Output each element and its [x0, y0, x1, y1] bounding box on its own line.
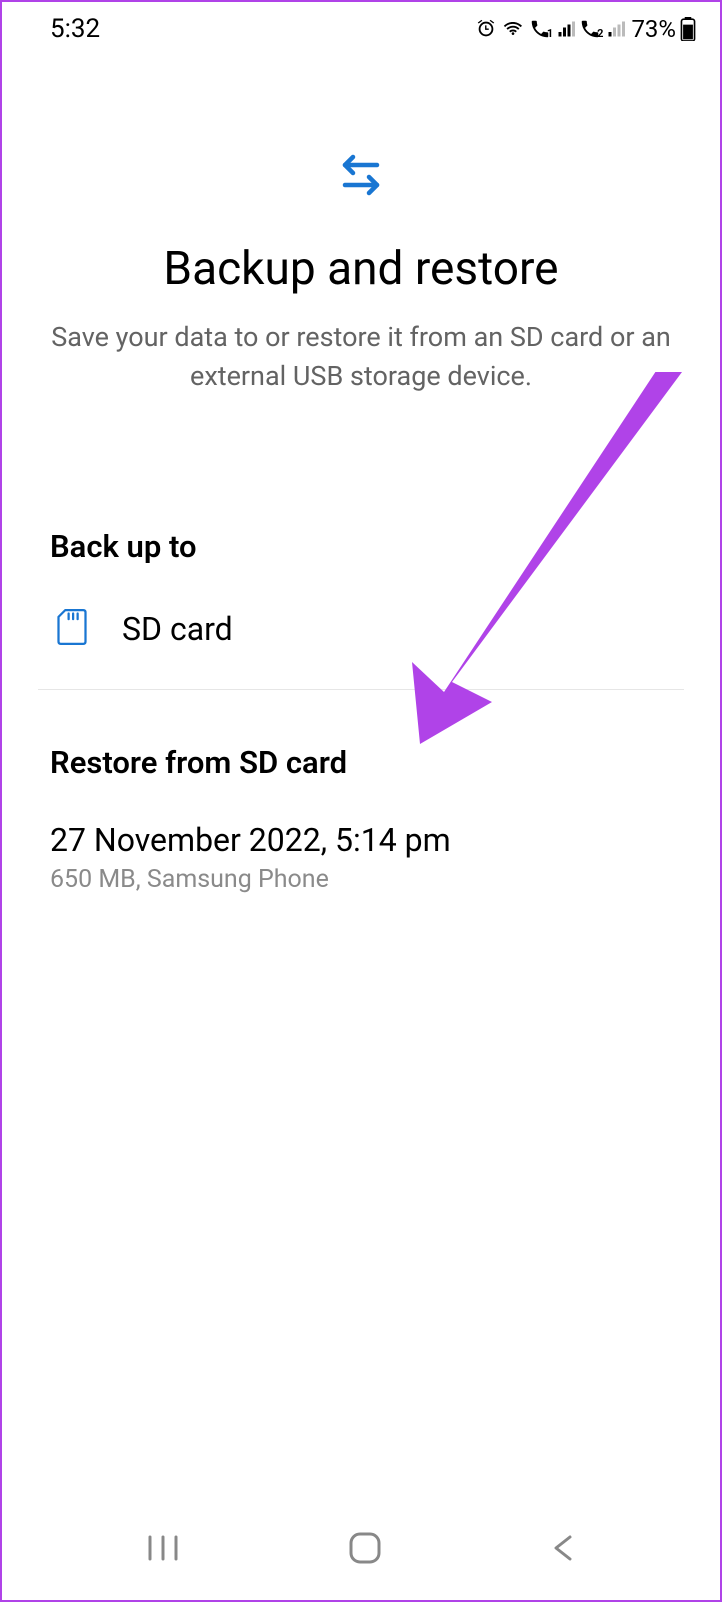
status-time: 5:32 — [50, 14, 100, 44]
page-header: Backup and restore Save your data to or … — [2, 52, 720, 436]
navigation-bar — [2, 1512, 720, 1600]
backup-section-title: Back up to — [50, 528, 672, 565]
status-bar: 5:32 1 2 73% — [2, 2, 720, 52]
nav-home-button[interactable] — [348, 1531, 382, 1569]
backup-sdcard-option[interactable]: SD card — [50, 601, 672, 689]
backup-option-label: SD card — [122, 610, 233, 648]
status-icons-right: 1 2 73% — [475, 15, 696, 43]
signal2-icon — [607, 20, 625, 38]
battery-percent: 73% — [631, 15, 676, 43]
page-title: Backup and restore — [42, 242, 680, 296]
nav-back-button[interactable] — [550, 1533, 576, 1567]
phone1-icon: 1 — [529, 18, 553, 40]
restore-section: Restore from SD card 27 November 2022, 5… — [2, 744, 720, 914]
wifi-icon — [501, 18, 525, 40]
transfer-arrows-icon — [337, 152, 385, 202]
sd-card-icon — [56, 609, 88, 649]
restore-item-title: 27 November 2022, 5:14 pm — [50, 821, 672, 859]
phone2-icon: 2 — [579, 18, 603, 40]
restore-backup-item[interactable]: 27 November 2022, 5:14 pm 650 MB, Samsun… — [50, 821, 672, 914]
section-divider — [38, 689, 684, 690]
page-subtitle: Save your data to or restore it from an … — [42, 318, 680, 396]
alarm-icon — [475, 18, 497, 40]
backup-section: Back up to SD card — [2, 528, 720, 689]
restore-section-title: Restore from SD card — [50, 744, 672, 781]
battery-icon — [680, 17, 696, 41]
restore-item-subtitle: 650 MB, Samsung Phone — [50, 865, 672, 894]
nav-recents-button[interactable] — [146, 1534, 180, 1566]
signal1-icon — [557, 20, 575, 38]
